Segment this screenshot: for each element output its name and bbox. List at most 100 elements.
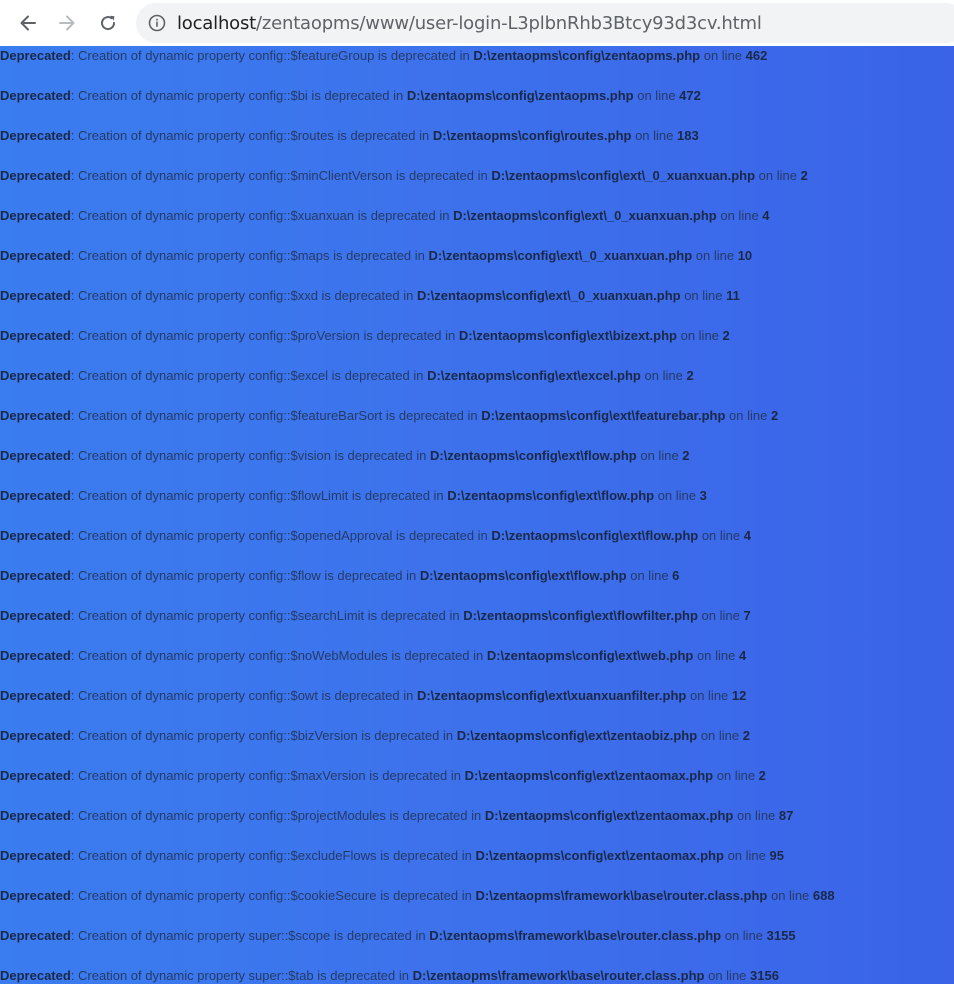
log-on-line: on line	[633, 88, 680, 103]
log-message: : Creation of dynamic property config::$…	[70, 408, 482, 423]
log-message: : Creation of dynamic property config::$…	[70, 48, 474, 63]
log-file-path: D:\zentaopms\config\zentaopms.php	[473, 48, 701, 63]
log-level: Deprecated	[0, 608, 71, 623]
log-line: Deprecated: Creation of dynamic property…	[0, 688, 746, 704]
log-level: Deprecated	[0, 48, 71, 63]
log-line: Deprecated: Creation of dynamic property…	[0, 608, 751, 624]
log-on-line: on line	[626, 568, 673, 583]
log-line-number: 7	[743, 608, 751, 623]
log-message: : Creation of dynamic property config::$…	[70, 88, 407, 103]
log-on-line: on line	[767, 888, 813, 903]
log-file-path: D:\zentaopms\config\routes.php	[432, 128, 632, 143]
log-level: Deprecated	[0, 88, 71, 103]
log-on-line: on line	[640, 368, 687, 383]
log-level: Deprecated	[0, 248, 71, 263]
back-button[interactable]	[16, 11, 40, 35]
log-line: Deprecated: Creation of dynamic property…	[0, 728, 750, 744]
log-line-number: 12	[731, 688, 747, 703]
log-message: : Creation of dynamic property config::$…	[70, 848, 476, 863]
log-file-path: D:\zentaopms\config\ext\excel.php	[427, 368, 641, 383]
log-level: Deprecated	[0, 408, 71, 423]
log-on-line: on line	[676, 328, 723, 343]
log-line-number: 2	[742, 728, 750, 743]
log-on-line: on line	[704, 968, 751, 983]
log-file-path: D:\zentaopms\config\ext\_0_xuanxuan.php	[416, 288, 681, 303]
log-line: Deprecated: Creation of dynamic property…	[0, 488, 707, 504]
log-on-line: on line	[693, 648, 739, 663]
log-level: Deprecated	[0, 288, 71, 303]
log-line: Deprecated: Creation of dynamic property…	[0, 648, 746, 664]
log-line: Deprecated: Creation of dynamic property…	[0, 888, 835, 904]
log-level: Deprecated	[0, 968, 71, 983]
log-line: Deprecated: Creation of dynamic property…	[0, 128, 699, 144]
log-message: : Creation of dynamic property config::$…	[70, 288, 417, 303]
log-message: : Creation of dynamic property config::$…	[70, 208, 454, 223]
log-on-line: on line	[716, 208, 763, 223]
address-bar[interactable]: localhost/zentaopms/www/user-login-L3plb…	[136, 3, 954, 43]
log-line: Deprecated: Creation of dynamic property…	[0, 928, 796, 944]
log-file-path: D:\zentaopms\config\ext\zentaomax.php	[475, 848, 724, 863]
log-message: : Creation of dynamic property super::$s…	[70, 928, 430, 943]
log-line-number: 2	[722, 328, 730, 343]
log-line: Deprecated: Creation of dynamic property…	[0, 808, 793, 824]
log-file-path: D:\zentaopms\config\ext\bizext.php	[458, 328, 677, 343]
log-message: : Creation of dynamic property config::$…	[70, 568, 420, 583]
log-message: : Creation of dynamic property config::$…	[70, 808, 485, 823]
log-message: : Creation of dynamic property config::$…	[70, 128, 433, 143]
log-file-path: D:\zentaopms\config\ext\web.php	[486, 648, 694, 663]
reload-icon	[101, 15, 116, 31]
log-line-number: 2	[686, 368, 694, 383]
log-level: Deprecated	[0, 368, 71, 383]
log-file-path: D:\zentaopms\config\ext\flowfilter.php	[463, 608, 698, 623]
log-level: Deprecated	[0, 928, 71, 943]
log-file-path: D:\zentaopms\config\ext\zentaomax.php	[464, 768, 714, 783]
url-host: localhost	[177, 13, 256, 34]
log-message: : Creation of dynamic property config::$…	[70, 648, 487, 663]
log-level: Deprecated	[0, 128, 71, 143]
url-text[interactable]: localhost/zentaopms/www/user-login-L3plb…	[177, 13, 762, 34]
log-line: Deprecated: Creation of dynamic property…	[0, 248, 752, 264]
log-message: : Creation of dynamic property config::$…	[70, 768, 465, 783]
log-file-path: D:\zentaopms\config\ext\zentaobiz.php	[456, 728, 698, 743]
log-level: Deprecated	[0, 848, 71, 863]
log-message: : Creation of dynamic property config::$…	[70, 448, 430, 463]
log-level: Deprecated	[0, 528, 71, 543]
info-icon[interactable]	[148, 14, 166, 32]
log-message: : Creation of dynamic property config::$…	[70, 168, 492, 183]
log-file-path: D:\zentaopms\framework\base\router.class…	[429, 928, 722, 943]
log-line-number: 2	[800, 168, 808, 183]
log-line: Deprecated: Creation of dynamic property…	[0, 408, 778, 424]
log-line-number: 95	[769, 848, 784, 863]
log-line-number: 472	[679, 88, 701, 103]
log-line: Deprecated: Creation of dynamic property…	[0, 568, 679, 584]
log-level: Deprecated	[0, 768, 71, 783]
log-level: Deprecated	[0, 328, 71, 343]
log-line-number: 3155	[766, 928, 796, 943]
log-on-line: on line	[686, 688, 732, 703]
log-message: : Creation of dynamic property config::$…	[70, 888, 476, 903]
log-on-line: on line	[697, 728, 743, 743]
log-file-path: D:\zentaopms\config\ext\flow.php	[447, 488, 655, 503]
log-message: : Creation of dynamic property config::$…	[70, 328, 459, 343]
log-line-number: 2	[682, 448, 690, 463]
log-file-path: D:\zentaopms\config\ext\xuanxuanfilter.p…	[416, 688, 687, 703]
log-on-line: on line	[721, 928, 767, 943]
log-file-path: D:\zentaopms\config\ext\_0_xuanxuan.php	[428, 248, 693, 263]
reload-button[interactable]	[96, 11, 120, 35]
log-on-line: on line	[725, 408, 771, 423]
log-line: Deprecated: Creation of dynamic property…	[0, 448, 690, 464]
log-line-number: 2	[770, 408, 779, 423]
log-level: Deprecated	[0, 688, 71, 703]
forward-button[interactable]	[55, 11, 79, 35]
log-on-line: on line	[654, 488, 700, 503]
log-file-path: D:\zentaopms\config\ext\featurebar.php	[481, 408, 726, 423]
log-line-number: 2	[758, 768, 766, 783]
log-line-number: 4	[738, 648, 747, 663]
arrow-left-icon	[20, 15, 36, 31]
log-file-path: D:\zentaopms\config\ext\_0_xuanxuan.php	[491, 168, 756, 183]
log-message: : Creation of dynamic property super::$t…	[70, 968, 413, 983]
log-file-path: D:\zentaopms\config\ext\zentaomax.php	[484, 808, 734, 823]
url-path: /zentaopms/www/user-login-L3plbnRhb3Btcy…	[256, 13, 762, 34]
log-level: Deprecated	[0, 568, 71, 583]
log-message: : Creation of dynamic property config::$…	[70, 608, 464, 623]
